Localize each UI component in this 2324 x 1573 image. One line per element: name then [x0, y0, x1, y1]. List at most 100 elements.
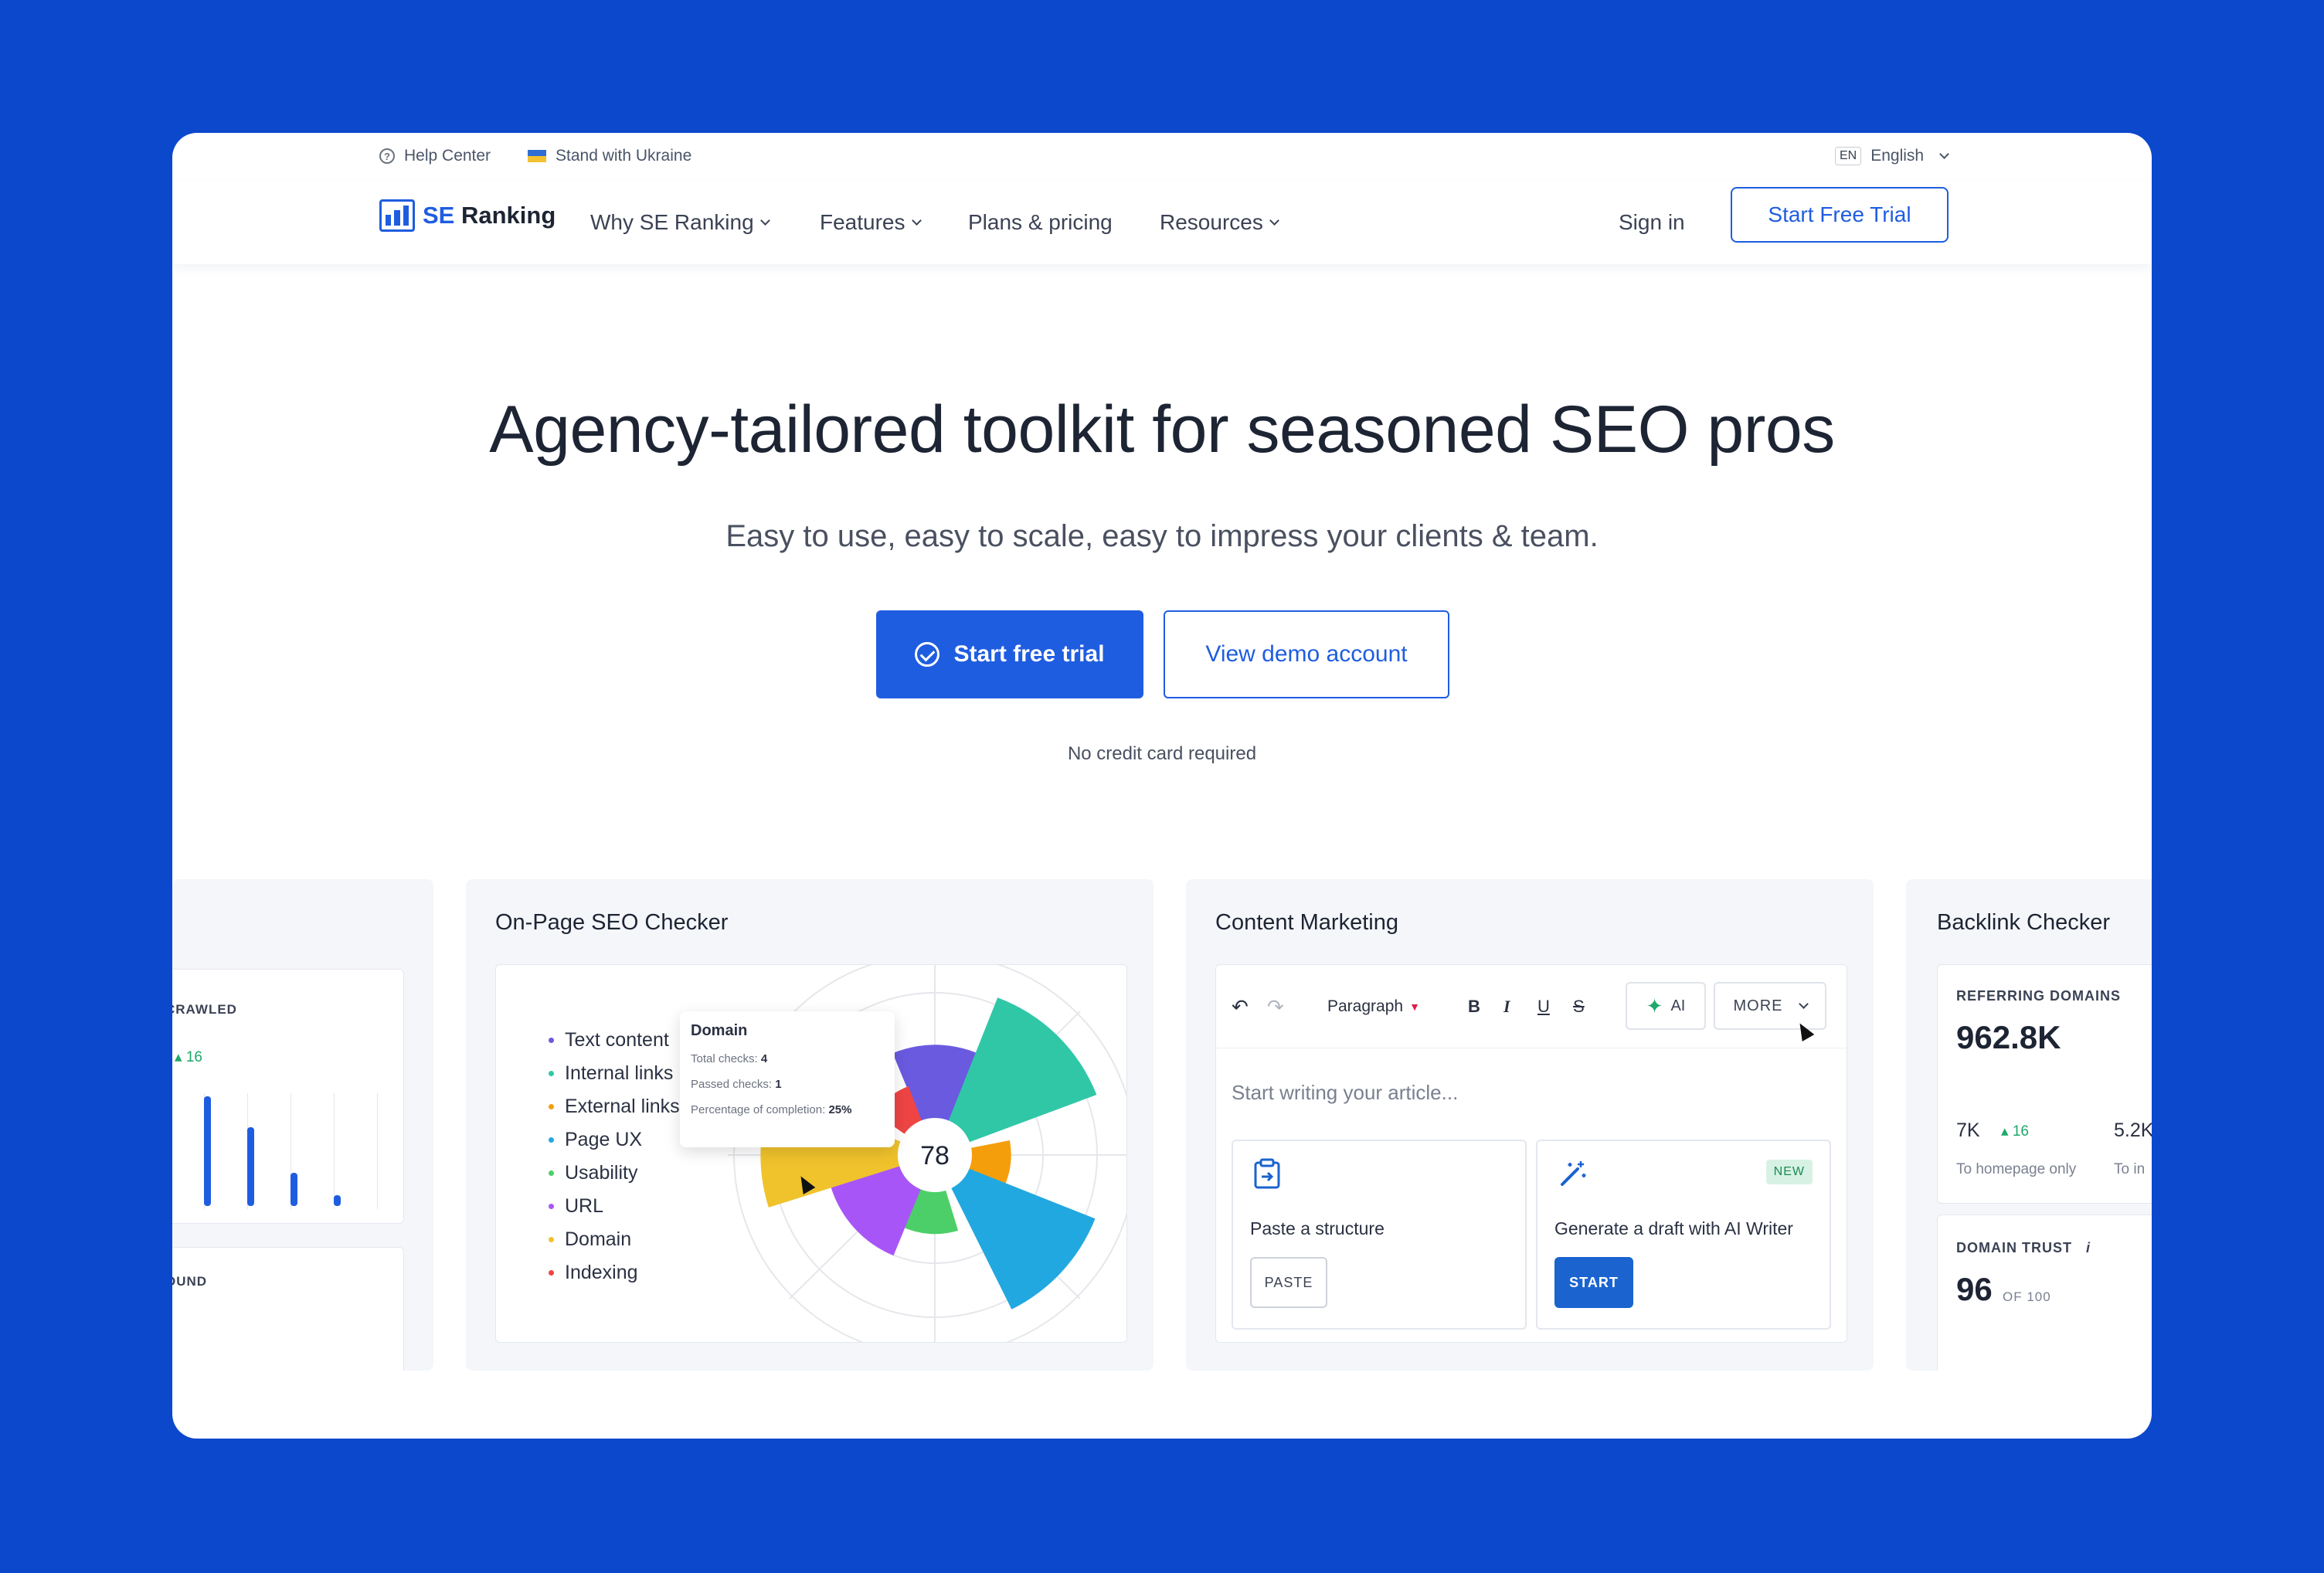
ukraine-label: Stand with Ukraine: [556, 147, 692, 165]
homepage-delta-value: 16: [2012, 1123, 2029, 1140]
utility-bar: ? Help Center Stand with Ukraine EN Engl…: [172, 133, 2152, 181]
content-card-title: Content Marketing: [1215, 910, 1398, 935]
tooltip-title: Domain: [691, 1022, 748, 1039]
tooltip-percentage: Percentage of completion: 25%: [691, 1103, 884, 1116]
paste-structure-label: Paste a structure: [1250, 1218, 1385, 1238]
nav-resources-label: Resources: [1160, 210, 1263, 234]
paste-button[interactable]: PASTE: [1250, 1257, 1327, 1308]
undo-icon[interactable]: ↶: [1232, 991, 1249, 1022]
stand-with-ukraine-link[interactable]: Stand with Ukraine: [528, 147, 691, 165]
crawled-bar: [334, 1194, 341, 1206]
crawled-panel: CRAWLED ▴ 16: [172, 969, 404, 1224]
magic-wand-icon: [1561, 1161, 1586, 1186]
ai-writer-card: NEW Generate a draft with AI Writer STAR…: [1536, 1140, 1831, 1330]
new-badge: NEW: [1765, 1160, 1813, 1184]
redo-icon[interactable]: ↷: [1267, 991, 1284, 1022]
language-code-badge: EN: [1835, 147, 1862, 165]
browser-window: ? Help Center Stand with Ukraine EN Engl…: [172, 133, 2152, 1439]
chevron-down-icon: [1798, 998, 1809, 1009]
nav-why-label: Why SE Ranking: [590, 210, 754, 234]
tooltip-pct-value: 25%: [828, 1103, 852, 1116]
more-dropdown[interactable]: MORE: [1714, 982, 1826, 1030]
chart-tooltip: Domain Total checks: 4 Passed checks: 1 …: [680, 1011, 895, 1147]
inner-links-caption: To in: [2114, 1161, 2146, 1177]
strikethrough-icon[interactable]: S: [1573, 991, 1585, 1022]
tooltip-passed-label: Passed checks:: [691, 1078, 773, 1091]
nav-plans-label: Plans & pricing: [968, 210, 1113, 234]
more-label: MORE: [1733, 997, 1783, 1014]
backlink-checker-card: Backlink Checker REFERRING DOMAINS 962.8…: [1906, 879, 2152, 1371]
start-free-trial-cta[interactable]: Start free trial: [876, 610, 1143, 698]
bar-chart-logo-icon: [379, 199, 415, 232]
crawled-bar: [204, 1096, 211, 1206]
tooltip-passed-value: 1: [775, 1078, 782, 1091]
found-panel: OUND: [172, 1247, 404, 1371]
language-label: English: [1870, 147, 1925, 165]
tooltip-total: Total checks: 4: [691, 1052, 884, 1065]
underline-icon[interactable]: U: [1537, 991, 1550, 1022]
crawled-bar: [247, 1126, 254, 1206]
referring-domains-label: REFERRING DOMAINS: [1956, 988, 2122, 1004]
se-ranking-logo[interactable]: SE Ranking: [379, 199, 556, 232]
grid-line: [377, 1093, 378, 1209]
paste-structure-card: Paste a structure PASTE: [1232, 1140, 1527, 1330]
nav-plans-pricing[interactable]: Plans & pricing: [968, 181, 1113, 264]
backlink-card-title: Backlink Checker: [1937, 910, 2111, 935]
article-editor-placeholder[interactable]: Start writing your article...: [1232, 1081, 1458, 1105]
paragraph-style-label: Paragraph: [1327, 997, 1404, 1015]
logo-se: SE: [423, 202, 455, 229]
chevron-down-icon: [759, 215, 770, 226]
nav-features[interactable]: Features: [820, 181, 922, 264]
help-center-label: Help Center: [404, 147, 491, 165]
check-circle-icon: [915, 642, 940, 667]
on-page-seo-checker-card: On-Page SEO Checker Text content Interna…: [466, 879, 1154, 1371]
question-icon: ?: [379, 148, 395, 164]
editor-panel: ↶ ↷ Paragraph ▼ B I U S ✦ AI MORE Start …: [1215, 964, 1847, 1343]
nav-features-label: Features: [820, 210, 905, 234]
homepage-links-delta: ▴ 16: [2001, 1123, 2029, 1140]
no-credit-card-note: No credit card required: [1067, 743, 1257, 764]
start-free-trial-button[interactable]: Start Free Trial: [1731, 187, 1949, 243]
bold-icon[interactable]: B: [1468, 991, 1480, 1022]
help-center-link[interactable]: ? Help Center: [379, 147, 491, 165]
tooltip-passed: Passed checks: 1: [691, 1078, 884, 1091]
page-title: Agency-tailored toolkit for seasoned SEO…: [489, 392, 1835, 467]
view-demo-account-button[interactable]: View demo account: [1164, 610, 1449, 698]
ai-button[interactable]: ✦ AI: [1626, 982, 1706, 1030]
caret-down-icon: ▼: [1409, 1001, 1420, 1013]
nav-resources[interactable]: Resources: [1160, 181, 1279, 264]
domain-trust-scale: OF 100: [2003, 1289, 2051, 1304]
start-free-trial-label: Start free trial: [953, 641, 1105, 667]
language-selector[interactable]: EN English: [1835, 147, 1949, 165]
grid-line: [334, 1093, 335, 1209]
start-ai-writer-button[interactable]: START: [1554, 1257, 1633, 1308]
generate-draft-label: Generate a draft with AI Writer: [1554, 1218, 1793, 1238]
crawled-bar: [290, 1173, 297, 1206]
clipboard-icon: [1254, 1158, 1280, 1189]
inner-links-value: 5.2K: [2114, 1119, 2152, 1141]
crawled-label: CRAWLED: [172, 1002, 237, 1017]
paragraph-style-select[interactable]: Paragraph ▼: [1327, 991, 1420, 1022]
italic-icon[interactable]: I: [1503, 991, 1510, 1022]
tooltip-pct-label: Percentage of completion:: [691, 1103, 826, 1116]
nav-why-se-ranking[interactable]: Why SE Ranking: [590, 181, 770, 264]
homepage-caption: To homepage only: [1956, 1161, 2077, 1177]
domain-trust-label: DOMAIN TRUST: [1956, 1240, 2072, 1255]
ukraine-flag-icon: [528, 150, 546, 162]
editor-toolbar: ↶ ↷ Paragraph ▼ B I U S ✦ AI MORE: [1216, 965, 1847, 1048]
crawled-delta: ▴ 16: [175, 1049, 202, 1065]
crawled-card: CRAWLED ▴ 16 OUND: [172, 879, 433, 1371]
tooltip-total-label: Total checks:: [691, 1052, 758, 1065]
hero-subtitle: Easy to use, easy to scale, easy to impr…: [725, 519, 1599, 553]
crawled-delta-value: 16: [185, 1049, 202, 1065]
chevron-down-icon: [911, 215, 922, 226]
referring-domains-panel: REFERRING DOMAINS 962.8K 7K ▴ 16 To home…: [1937, 964, 2152, 1204]
on-page-chart-panel: Text content Internal links External lin…: [495, 964, 1127, 1343]
score-value: 78: [920, 1141, 950, 1170]
content-marketing-card: Content Marketing ↶ ↷ Paragraph ▼ B I U …: [1186, 879, 1874, 1371]
tooltip-total-value: 4: [760, 1052, 768, 1065]
on-page-card-title: On-Page SEO Checker: [495, 910, 729, 935]
chevron-down-icon: [1939, 148, 1949, 159]
info-icon[interactable]: i: [2086, 1240, 2091, 1256]
sign-in-link[interactable]: Sign in: [1619, 202, 1685, 243]
